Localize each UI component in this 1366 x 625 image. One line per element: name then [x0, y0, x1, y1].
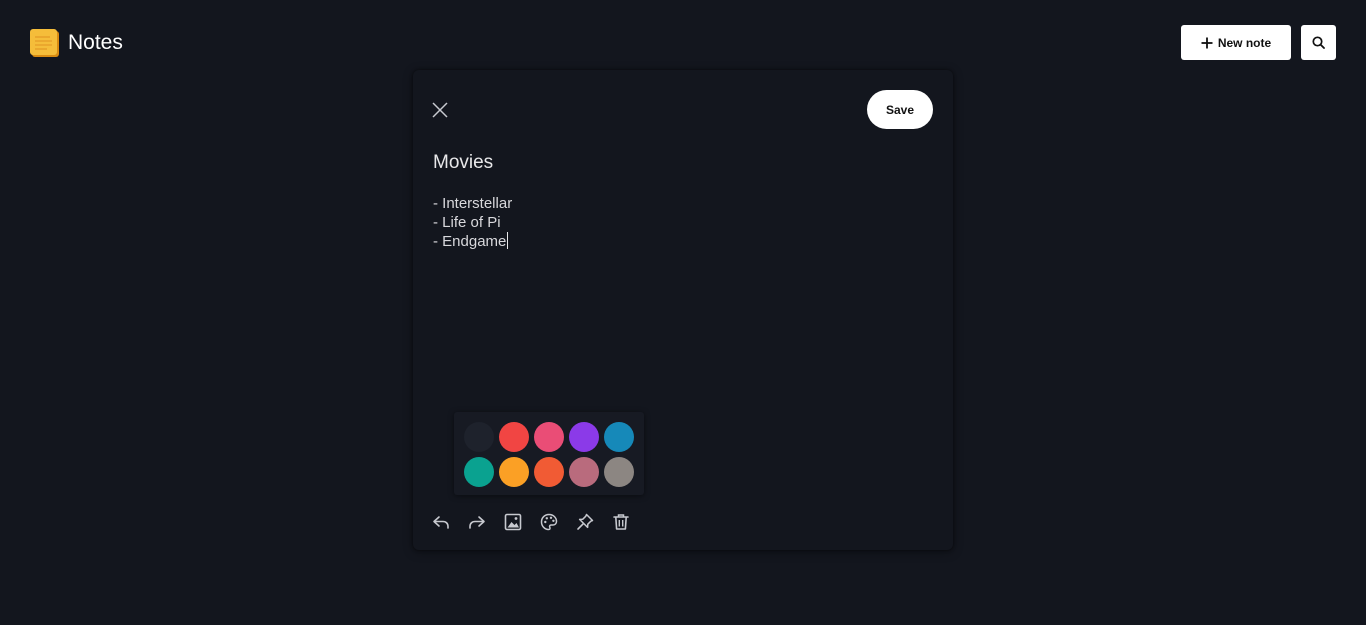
- color-swatch[interactable]: [604, 457, 634, 487]
- pin-icon[interactable]: [575, 512, 595, 532]
- color-swatch[interactable]: [499, 422, 529, 452]
- new-note-button[interactable]: New note: [1181, 25, 1291, 60]
- save-button[interactable]: Save: [867, 90, 933, 129]
- color-palette: [454, 412, 644, 495]
- redo-icon[interactable]: [467, 512, 487, 532]
- search-button[interactable]: [1301, 25, 1336, 60]
- image-icon[interactable]: [503, 512, 523, 532]
- new-note-label: New note: [1217, 35, 1272, 50]
- color-swatch[interactable]: [464, 457, 494, 487]
- color-swatch[interactable]: [534, 457, 564, 487]
- note-title-input[interactable]: Movies: [433, 152, 493, 174]
- note-editor: Save Movies - Interstellar - Life of Pi …: [413, 70, 953, 550]
- trash-icon[interactable]: [611, 512, 631, 532]
- note-line-text: - Endgame: [433, 233, 507, 250]
- note-body-input[interactable]: - Interstellar - Life of Pi - Endgame: [433, 194, 512, 251]
- app-title: Notes: [68, 31, 123, 54]
- sticky-note-icon: [30, 28, 60, 58]
- palette-icon[interactable]: [539, 512, 559, 532]
- color-swatch[interactable]: [464, 422, 494, 452]
- note-line-last: - Endgame: [433, 232, 512, 251]
- plus-icon: [1201, 37, 1213, 49]
- close-icon[interactable]: [430, 100, 450, 120]
- text-caret: [507, 232, 509, 249]
- color-swatch[interactable]: [569, 457, 599, 487]
- color-swatch[interactable]: [604, 422, 634, 452]
- note-line: - Interstellar: [433, 195, 513, 212]
- color-swatch[interactable]: [569, 422, 599, 452]
- note-line: - Life of Pi: [433, 214, 501, 231]
- undo-icon[interactable]: [431, 512, 451, 532]
- color-swatch[interactable]: [534, 422, 564, 452]
- search-icon: [1312, 36, 1325, 49]
- color-swatch[interactable]: [499, 457, 529, 487]
